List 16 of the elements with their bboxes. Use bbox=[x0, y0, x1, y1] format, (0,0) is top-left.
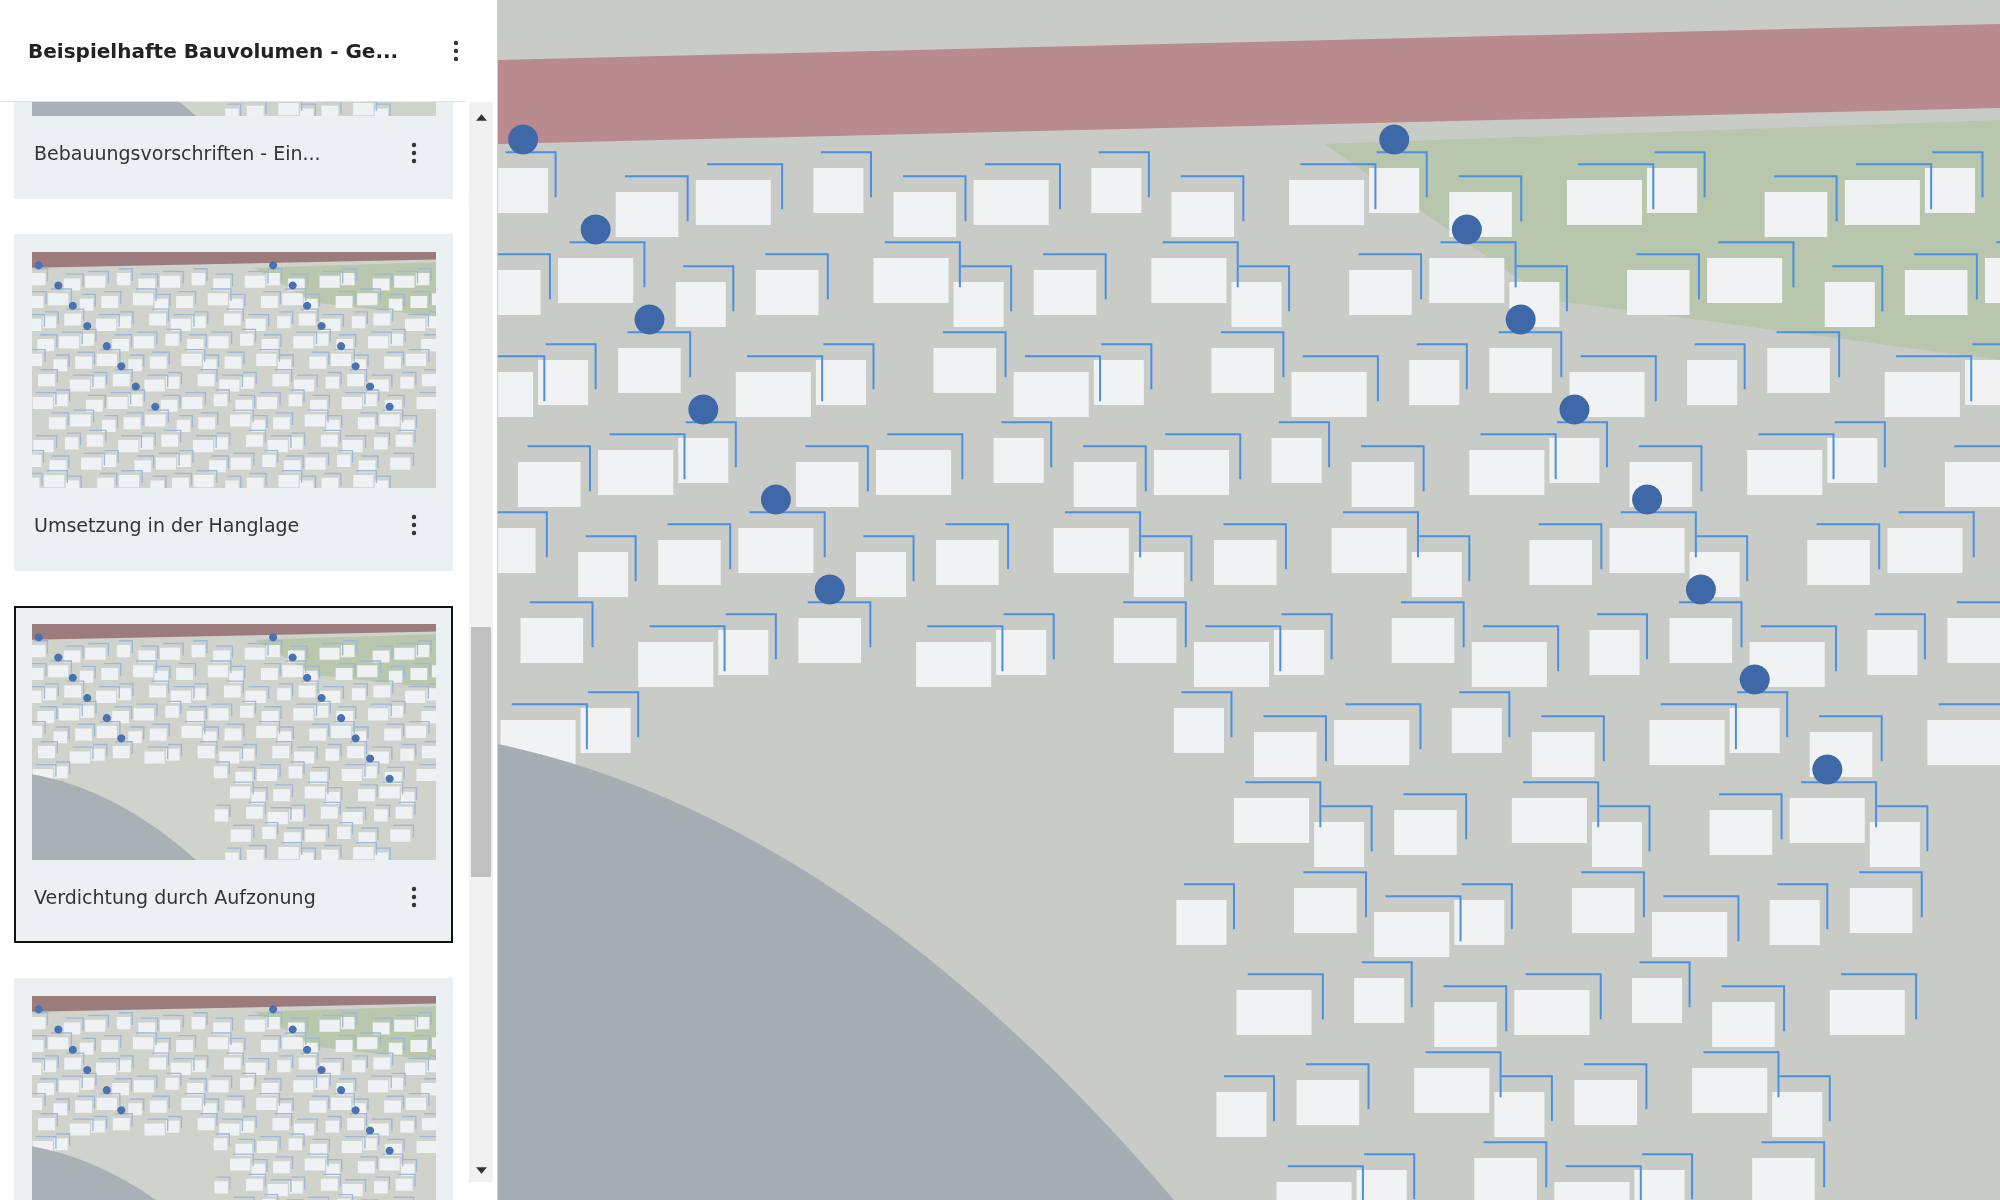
more-icon[interactable] bbox=[411, 885, 417, 908]
slide-title: Bebauungsvorschriften - Ein... bbox=[34, 141, 322, 164]
slide-card[interactable]: Verdichtung durch Aufzonung bbox=[14, 606, 453, 943]
more-icon[interactable] bbox=[411, 513, 417, 536]
slide-title: Umsetzung in der Hanglage bbox=[34, 513, 301, 536]
slide-title: Verdichtung durch Aufzonung bbox=[34, 885, 317, 908]
story-title: Beispielhafte Bauvolumen - Ge... bbox=[28, 38, 400, 63]
slide-card[interactable] bbox=[14, 978, 453, 1200]
scroll-up-icon[interactable] bbox=[475, 114, 487, 121]
more-icon[interactable] bbox=[453, 39, 459, 62]
scroll-down-icon[interactable] bbox=[475, 1167, 487, 1174]
slide-card[interactable]: Bebauungsvorschriften - Ein... bbox=[14, 102, 453, 199]
scroll-thumb[interactable] bbox=[471, 627, 491, 877]
scrollbar[interactable] bbox=[469, 102, 493, 1182]
more-icon[interactable] bbox=[411, 141, 417, 164]
slide-card[interactable]: Umsetzung in der Hanglage bbox=[14, 234, 453, 571]
